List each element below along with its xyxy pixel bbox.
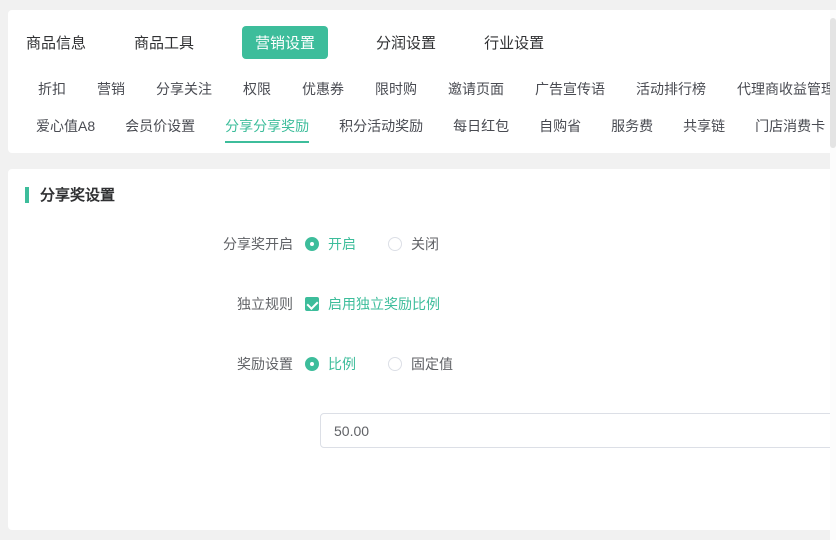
reward-value-input[interactable] [320,413,834,448]
subtab-flash-sale[interactable]: 限时购 [375,79,417,99]
radio-on-label: 开启 [328,234,356,254]
radio-option-ratio[interactable]: 比例 [305,354,356,374]
subtab-share-follow[interactable]: 分享关注 [156,79,212,99]
radio-option-fixed[interactable]: 固定值 [388,354,453,374]
radio-ratio-icon[interactable] [305,357,319,371]
radio-fixed-label: 固定值 [411,354,453,374]
share-reward-settings-card: 分享奖设置 分享奖开启 开启 关闭 独立规则 启用独立奖励比例 奖励设置 [8,169,834,530]
share-toggle-label: 分享奖开启 [8,234,305,254]
subtab-ad-slogan[interactable]: 广告宣传语 [535,79,605,99]
radio-off-icon[interactable] [388,237,402,251]
tab-profit-settings[interactable]: 分润设置 [376,32,436,53]
section-accent-bar [25,187,29,203]
scrollbar-track[interactable] [830,10,836,540]
radio-ratio-label: 比例 [328,354,356,374]
subtab-invite-page[interactable]: 邀请页面 [448,79,504,99]
independent-rule-label: 独立规则 [8,294,305,314]
subtab-activity-ranking[interactable]: 活动排行榜 [636,79,706,99]
subtab-coupon[interactable]: 优惠券 [302,79,344,99]
form-row-reward-type: 奖励设置 比例 固定值 [8,353,834,375]
sub-tab-bar-row2: 爱心值A8 会员价设置 分享分享奖励 积分活动奖励 每日红包 自购省 服务费 共… [8,99,834,143]
tab-product-info[interactable]: 商品信息 [26,32,86,53]
section-header: 分享奖设置 [8,184,834,205]
scrollbar-thumb[interactable] [830,18,836,148]
subtab-service-fee[interactable]: 服务费 [611,116,653,143]
subtab-points-activity-reward[interactable]: 积分活动奖励 [339,116,423,143]
top-tab-bar: 商品信息 商品工具 营销设置 分润设置 行业设置 [8,27,834,57]
checkbox-label: 启用独立奖励比例 [328,294,440,314]
nav-card: 商品信息 商品工具 营销设置 分润设置 行业设置 折扣 营销 分享关注 权限 优… [8,10,834,153]
tab-marketing-settings[interactable]: 营销设置 [242,26,328,59]
radio-fixed-icon[interactable] [388,357,402,371]
reward-type-label: 奖励设置 [8,354,305,374]
tab-product-tools[interactable]: 商品工具 [134,32,194,53]
subtab-agent-income[interactable]: 代理商收益管理 [737,79,835,99]
sub-tab-bar-row1: 折扣 营销 分享关注 权限 优惠券 限时购 邀请页面 广告宣传语 活动排行榜 代… [8,57,834,99]
form-row-independent-rule: 独立规则 启用独立奖励比例 [8,293,834,315]
subtab-shared-chain[interactable]: 共享链 [683,116,725,143]
reward-value-row [320,413,834,448]
subtab-share-reward[interactable]: 分享分享奖励 [225,116,309,143]
section-title: 分享奖设置 [40,184,115,205]
radio-on-icon[interactable] [305,237,319,251]
radio-off-label: 关闭 [411,234,439,254]
form-row-share-toggle: 分享奖开启 开启 关闭 [8,233,834,255]
radio-option-on[interactable]: 开启 [305,234,356,254]
subtab-store-consume-card[interactable]: 门店消费卡 [755,116,825,143]
tab-industry-settings[interactable]: 行业设置 [484,32,544,53]
subtab-marketing[interactable]: 营销 [97,79,125,99]
subtab-permissions[interactable]: 权限 [243,79,271,99]
subtab-self-purchase-save[interactable]: 自购省 [539,116,581,143]
checkbox-option-independent-rule[interactable]: 启用独立奖励比例 [305,294,440,314]
share-reward-form: 分享奖开启 开启 关闭 独立规则 启用独立奖励比例 奖励设置 比例 [8,233,834,448]
subtab-member-price[interactable]: 会员价设置 [125,116,195,143]
subtab-discount[interactable]: 折扣 [38,79,66,99]
subtab-daily-red-packet[interactable]: 每日红包 [453,116,509,143]
checkbox-checked-icon[interactable] [305,297,319,311]
subtab-love-value-a8[interactable]: 爱心值A8 [36,116,95,143]
radio-option-off[interactable]: 关闭 [388,234,439,254]
